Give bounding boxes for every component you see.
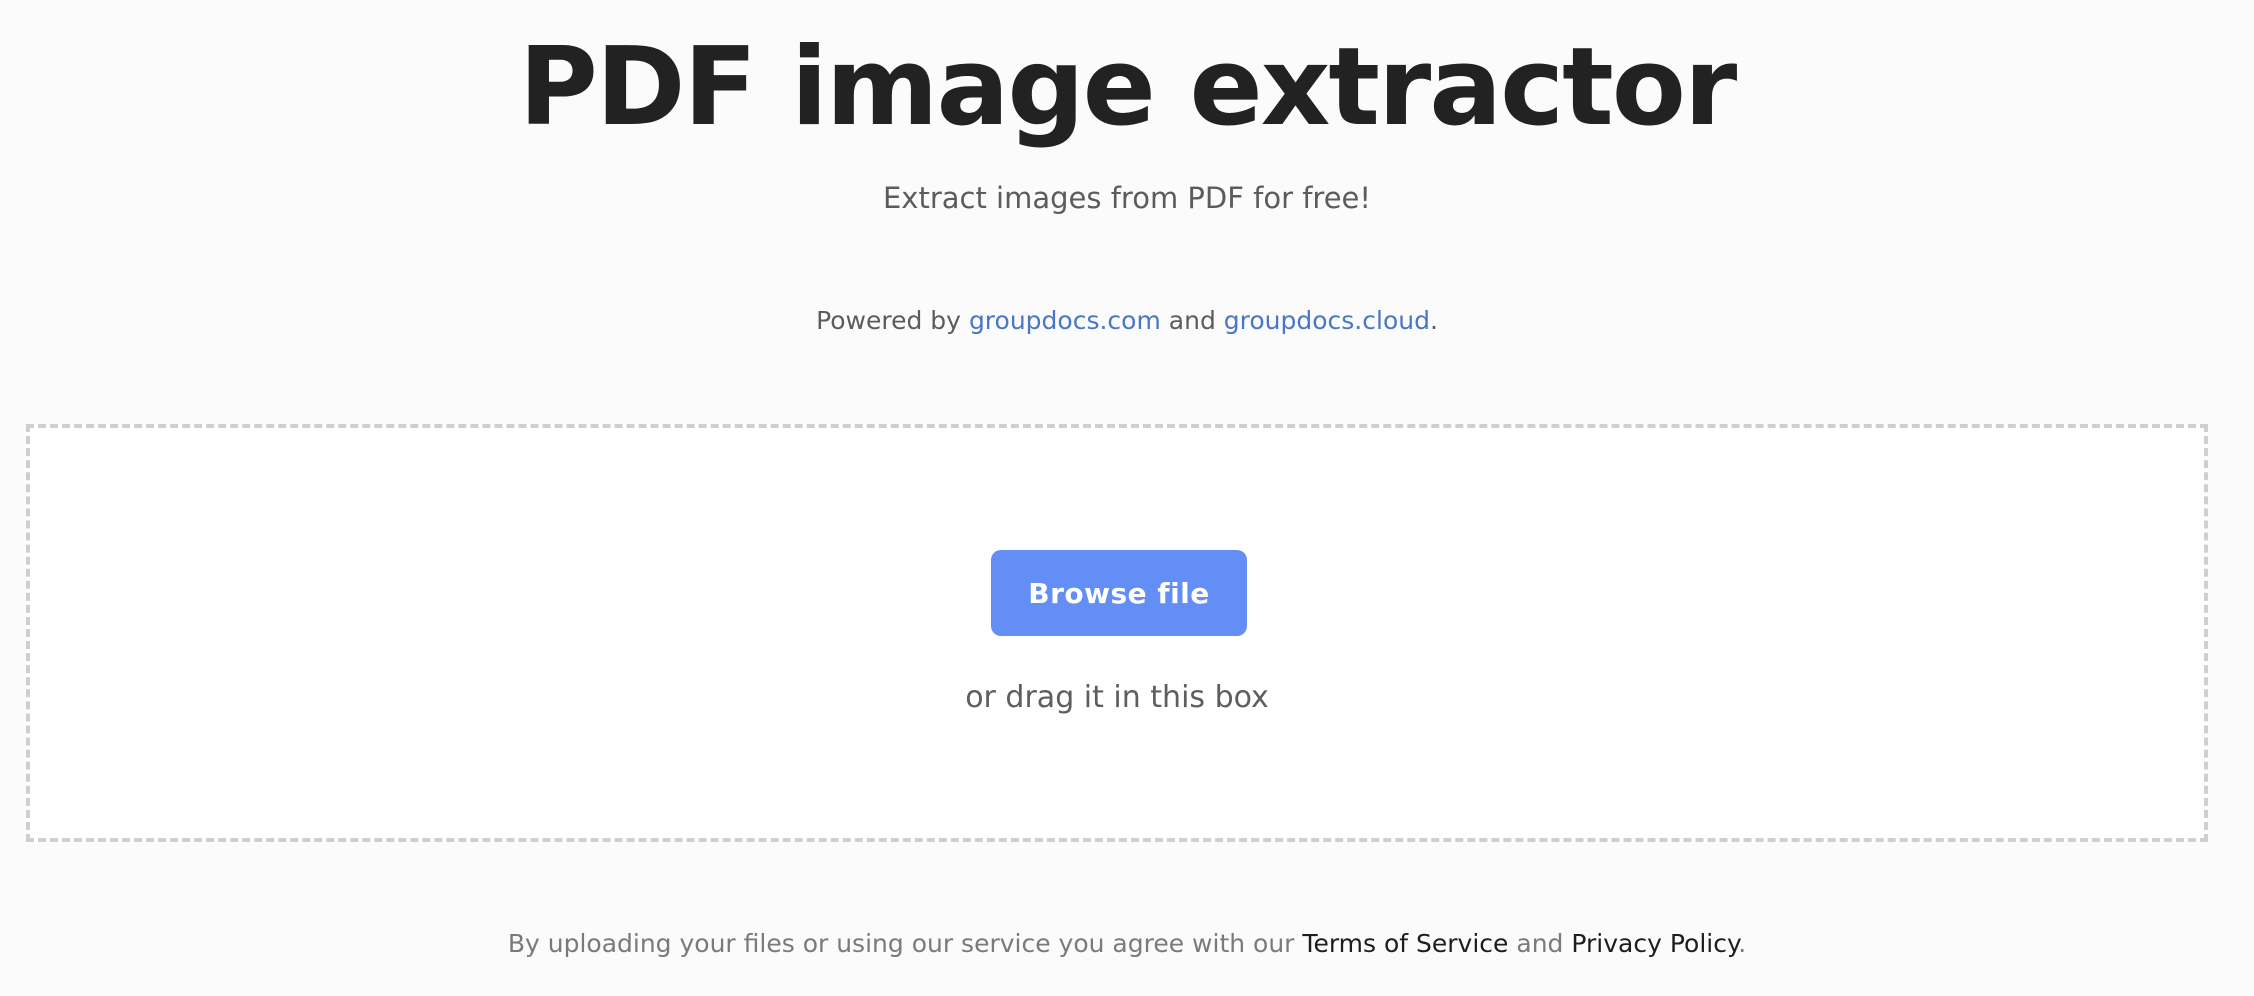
privacy-policy-link[interactable]: Privacy Policy bbox=[1571, 929, 1738, 958]
browse-file-button[interactable]: Browse file bbox=[991, 550, 1247, 636]
terms-of-service-link[interactable]: Terms of Service bbox=[1302, 929, 1508, 958]
file-drop-zone[interactable]: Browse file or drag it in this box bbox=[26, 424, 2208, 842]
terms-agreement-text: By uploading your files or using our ser… bbox=[0, 926, 2254, 962]
page: PDF image extractor Extract images from … bbox=[0, 0, 2254, 996]
powered-by-line: Powered by groupdocs.com and groupdocs.c… bbox=[0, 303, 2254, 339]
footer-suffix: . bbox=[1738, 929, 1747, 958]
footer-middle: and bbox=[1508, 929, 1572, 958]
groupdocs-cloud-link[interactable]: groupdocs.cloud bbox=[1224, 306, 1430, 335]
groupdocs-com-link[interactable]: groupdocs.com bbox=[969, 306, 1161, 335]
page-title: PDF image extractor bbox=[518, 25, 1738, 150]
powered-by-middle: and bbox=[1160, 306, 1224, 335]
drag-hint-text: or drag it in this box bbox=[965, 680, 1269, 715]
powered-by-suffix: . bbox=[1429, 306, 1438, 335]
page-subtitle: Extract images from PDF for free! bbox=[882, 181, 1372, 215]
footer-prefix: By uploading your files or using our ser… bbox=[507, 929, 1303, 958]
powered-by-prefix: Powered by bbox=[816, 306, 969, 335]
